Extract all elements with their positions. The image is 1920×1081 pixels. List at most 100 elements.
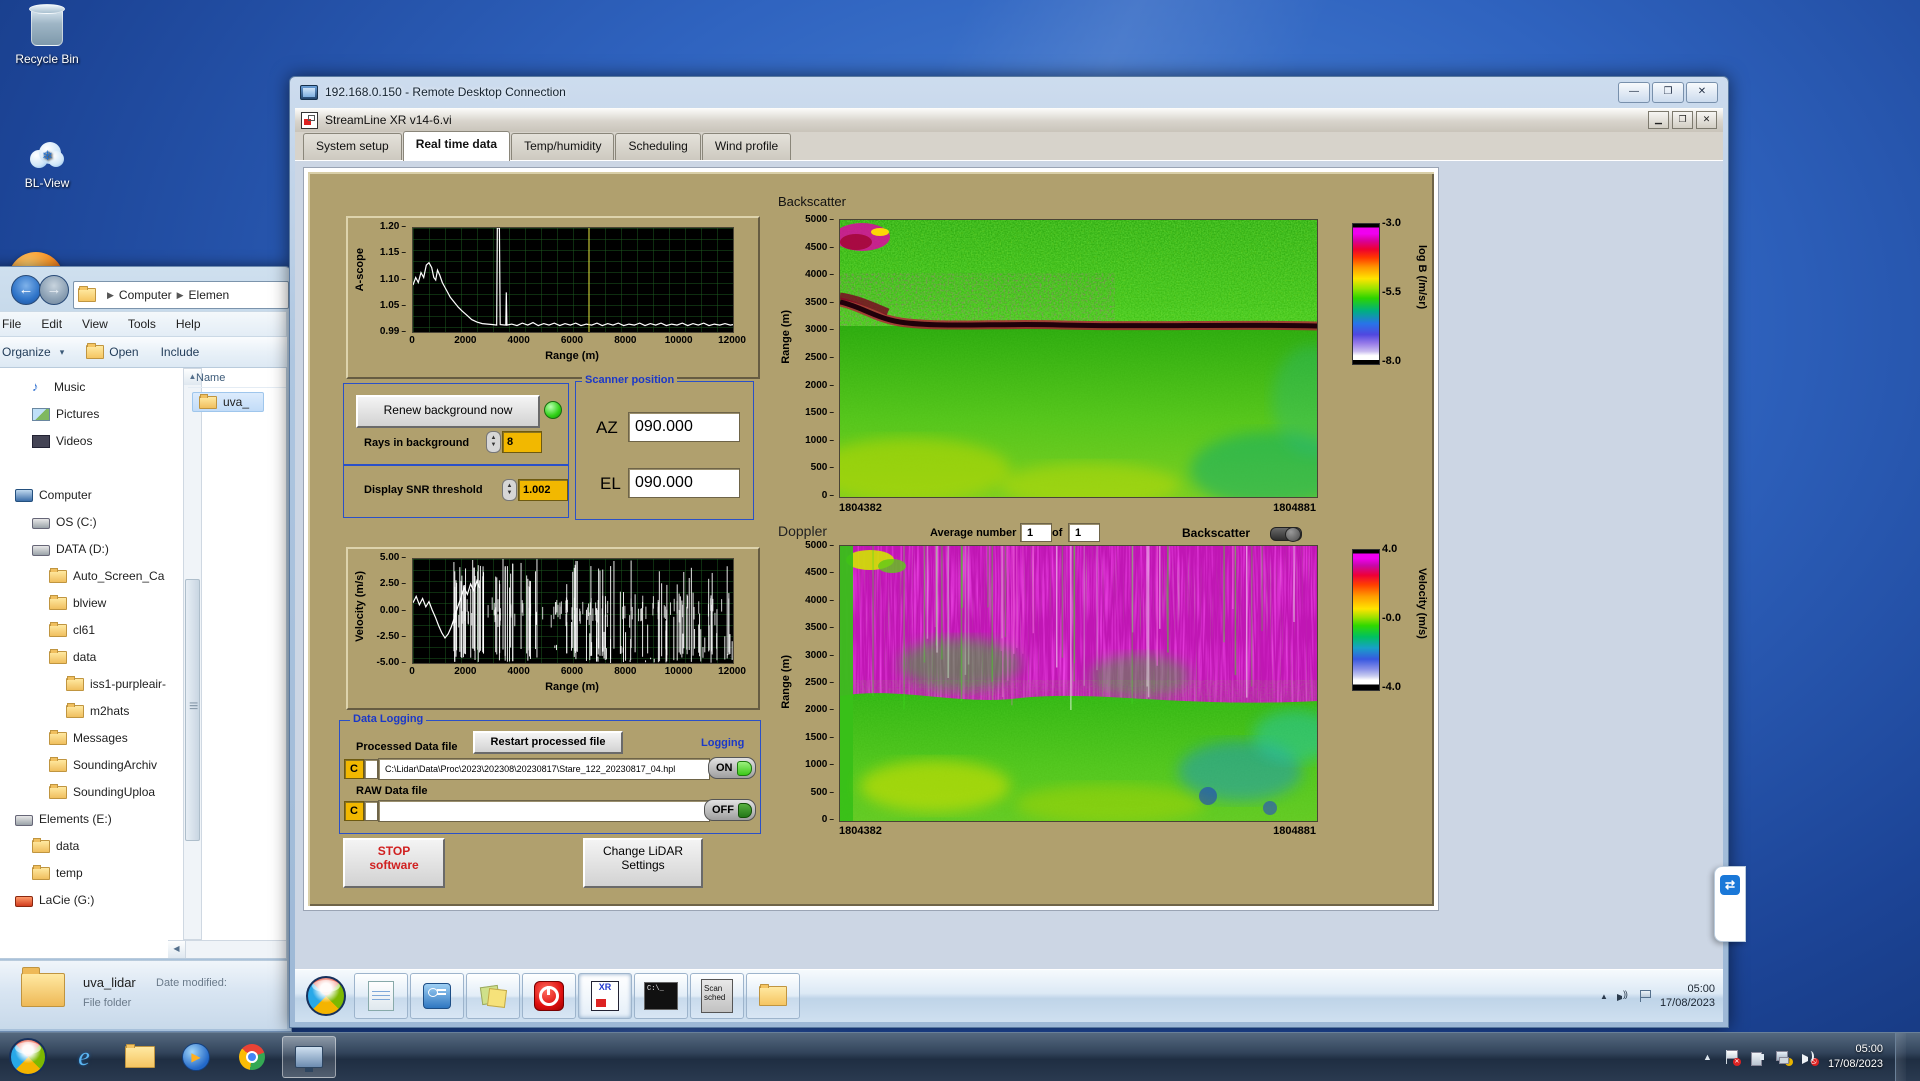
snr-spinner[interactable]: ▲ ▼: [502, 479, 517, 501]
vi-title-bar[interactable]: StreamLine XR v14-6.vi ▁ ❐ ✕: [295, 108, 1723, 133]
menu-item-tools[interactable]: Tools: [118, 317, 166, 331]
vi-restore-button[interactable]: ❐: [1672, 111, 1693, 129]
show-desktop-button[interactable]: [1895, 1033, 1906, 1081]
taskbar-explorer[interactable]: [746, 973, 800, 1019]
maximize-button[interactable]: ❐: [1652, 81, 1684, 103]
taskbar-media-player[interactable]: ▶: [170, 1037, 222, 1077]
power-icon[interactable]: [1750, 1050, 1764, 1066]
raw-path-field[interactable]: [378, 800, 710, 822]
processed-path-field[interactable]: C:\Lidar\Data\Proc\2023\202308\20230817\…: [378, 758, 710, 780]
menu-item-view[interactable]: View: [72, 317, 118, 331]
rays-value-field[interactable]: 8: [502, 431, 542, 453]
tab-system-setup[interactable]: System setup: [303, 133, 402, 160]
volume-icon[interactable]: [1616, 989, 1630, 1002]
minimize-button[interactable]: —: [1618, 81, 1650, 103]
tree-item-videos[interactable]: Videos: [32, 430, 92, 452]
rdp-title-bar[interactable]: 192.168.0.150 - Remote Desktop Connectio…: [290, 77, 1728, 107]
backscatter-toggle-switch[interactable]: [1270, 527, 1302, 542]
raw-drive-button[interactable]: C: [344, 801, 364, 821]
horizontal-scrollbar[interactable]: ◀: [168, 940, 286, 958]
az-value-field[interactable]: 090.000: [628, 412, 740, 442]
tab-temp-humidity[interactable]: Temp/humidity: [511, 133, 615, 160]
breadcrumb-root[interactable]: Computer: [119, 288, 172, 302]
tree-item-messages[interactable]: Messages: [49, 727, 128, 749]
rays-spinner[interactable]: ▲ ▼: [486, 431, 501, 453]
tree-item-data[interactable]: data: [49, 646, 96, 668]
session-clock[interactable]: 05:00 17/08/2023: [1660, 982, 1715, 1010]
address-bar[interactable]: ▶ Computer ▶ Elemen: [73, 281, 289, 309]
include-button[interactable]: Include: [150, 345, 211, 359]
tree-item-os-c-[interactable]: OS (C:): [32, 511, 97, 533]
tree-item-temp[interactable]: temp: [32, 862, 83, 884]
desktop-icon-recycle-bin[interactable]: Recycle Bin: [4, 4, 90, 66]
file-item-selected[interactable]: uva_: [192, 392, 264, 412]
hidden-icons-arrow-icon[interactable]: ▲: [1600, 992, 1608, 1001]
renew-background-button[interactable]: Renew background now: [356, 395, 540, 428]
tree-item-auto-screen-ca[interactable]: Auto_Screen_Ca: [49, 565, 164, 587]
taskbar-system-config[interactable]: [410, 973, 464, 1019]
desktop-icon-bl-view[interactable]: ❄ BL-View: [4, 138, 90, 190]
network-icon[interactable]: !: [1775, 1050, 1793, 1066]
tab-wind-profile[interactable]: Wind profile: [701, 133, 792, 160]
close-button[interactable]: ✕: [1686, 81, 1718, 103]
back-button[interactable]: ←: [11, 275, 41, 305]
taskbar-internet-explorer[interactable]: e: [58, 1037, 110, 1077]
tree-item-computer[interactable]: Computer: [15, 484, 92, 506]
range-tick: 4500: [805, 242, 834, 253]
volume-muted-icon[interactable]: ⃠: [1801, 1050, 1819, 1066]
processed-drive-button[interactable]: C: [344, 759, 364, 779]
menu-item-file[interactable]: File: [0, 317, 31, 331]
tab-real-time-data[interactable]: Real time data: [402, 131, 511, 161]
open-button[interactable]: Open: [75, 343, 149, 359]
action-center-flag-icon[interactable]: [1639, 990, 1651, 1002]
taskbar-cmd[interactable]: C:\_: [634, 973, 688, 1019]
processed-logging-toggle[interactable]: ON: [708, 757, 756, 779]
restart-processed-file-button[interactable]: Restart processed file: [473, 731, 623, 754]
raw-browse-icon[interactable]: [364, 801, 378, 821]
taskbar-scan-scheduler[interactable]: Scan sched: [690, 973, 744, 1019]
tree-item-soundinguploa[interactable]: SoundingUploa: [49, 781, 155, 803]
taskbar-chrome[interactable]: [226, 1037, 278, 1077]
taskbar-notepad[interactable]: [354, 973, 408, 1019]
session-start-button[interactable]: [300, 974, 352, 1018]
taskbar-sticky-notes[interactable]: [466, 973, 520, 1019]
tree-item-blview[interactable]: blview: [49, 592, 106, 614]
action-center-flag-icon[interactable]: ✕: [1724, 1050, 1741, 1066]
breadcrumb-segment[interactable]: Elemen: [189, 288, 230, 302]
tree-item-cl61[interactable]: cl61: [49, 619, 95, 641]
menu-item-edit[interactable]: Edit: [31, 317, 72, 331]
hidden-icons-arrow-icon[interactable]: ▲: [1703, 1052, 1712, 1062]
taskbar-remote-desktop[interactable]: [282, 1036, 336, 1078]
processed-browse-icon[interactable]: [364, 759, 378, 779]
raw-logging-toggle[interactable]: OFF: [704, 799, 756, 821]
el-value-field[interactable]: 090.000: [628, 468, 740, 498]
average-number-field[interactable]: 1: [1020, 523, 1052, 542]
forward-button[interactable]: →: [39, 275, 69, 305]
tree-item-data[interactable]: data: [32, 835, 79, 857]
scroll-left-icon[interactable]: ◀: [168, 941, 186, 958]
tree-item-iss1-purpleair-[interactable]: iss1-purpleair-: [66, 673, 166, 695]
tree-item-elements-e-[interactable]: Elements (E:): [15, 808, 112, 830]
tree-item-pictures[interactable]: Pictures: [32, 403, 99, 425]
tree-item-data-d-[interactable]: DATA (D:): [32, 538, 109, 560]
change-lidar-settings-button[interactable]: Change LiDAR Settings: [583, 838, 703, 888]
taskbar-explorer[interactable]: [114, 1037, 166, 1077]
tree-item-m2hats[interactable]: m2hats: [66, 700, 129, 722]
taskbar-labview-xr[interactable]: XR: [578, 973, 632, 1019]
stop-software-button[interactable]: STOP software: [343, 838, 445, 888]
taskbar-stop-app[interactable]: [522, 973, 576, 1019]
tab-scheduling[interactable]: Scheduling: [615, 133, 701, 160]
host-start-button[interactable]: [2, 1037, 54, 1077]
average-total-field[interactable]: 1: [1068, 523, 1100, 542]
menu-item-help[interactable]: Help: [166, 317, 211, 331]
tree-item-lacie-g-[interactable]: LaCie (G:): [15, 889, 94, 911]
organize-button[interactable]: Organize: [0, 345, 75, 359]
tree-item-music[interactable]: ♪ Music: [32, 376, 85, 398]
host-clock[interactable]: 05:00 17/08/2023: [1828, 1042, 1883, 1072]
snr-value-field[interactable]: 1.002: [518, 479, 568, 501]
tree-item-soundingarchiv[interactable]: SoundingArchiv: [49, 754, 157, 776]
vi-close-button[interactable]: ✕: [1696, 111, 1717, 129]
column-header-name[interactable]: Name: [188, 368, 286, 388]
teamviewer-pull-tab[interactable]: ⇄: [1714, 866, 1746, 942]
vi-minimize-button[interactable]: ▁: [1648, 111, 1669, 129]
